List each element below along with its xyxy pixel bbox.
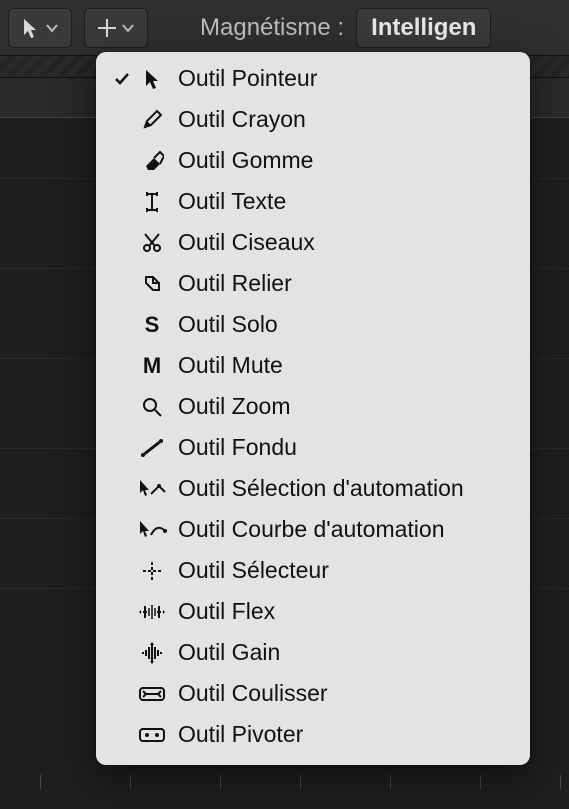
menu-item-label: Outil Mute [170, 352, 283, 379]
menu-item-scissors[interactable]: Outil Ciseaux [96, 222, 530, 263]
gain-icon [134, 642, 170, 664]
menu-item-label: Outil Sélection d'automation [170, 475, 464, 502]
snap-dropdown[interactable]: Intelligen [356, 8, 491, 48]
automation-curve-icon [134, 519, 170, 541]
menu-item-rotate[interactable]: Outil Pivoter [96, 714, 530, 755]
menu-item-automation-curve[interactable]: Outil Courbe d'automation [96, 509, 530, 550]
zoom-icon [134, 396, 170, 418]
pointer-icon [134, 68, 170, 90]
menu-item-label: Outil Zoom [170, 393, 290, 420]
menu-item-label: Outil Ciseaux [170, 229, 315, 256]
slip-icon [134, 684, 170, 704]
menu-item-label: Outil Gomme [170, 147, 313, 174]
menu-item-label: Outil Gain [170, 639, 280, 666]
rotate-icon [134, 725, 170, 745]
menu-item-label: Outil Texte [170, 188, 286, 215]
glue-icon [134, 273, 170, 295]
scissors-icon [134, 232, 170, 254]
menu-item-solo[interactable]: S Outil Solo [96, 304, 530, 345]
menu-item-label: Outil Crayon [170, 106, 306, 133]
chevron-down-icon [121, 21, 135, 35]
menu-item-label: Outil Sélecteur [170, 557, 329, 584]
snap-label: Magnétisme : [200, 14, 344, 42]
menu-item-label: Outil Coulisser [170, 680, 328, 707]
toolbar: Magnétisme : Intelligen [0, 0, 569, 56]
automation-select-icon [134, 478, 170, 500]
pointer-icon [21, 17, 41, 39]
menu-item-label: Outil Flex [170, 598, 275, 625]
snap-value: Intelligen [371, 14, 476, 42]
right-tool-button[interactable] [84, 8, 148, 48]
menu-item-flex[interactable]: Outil Flex [96, 591, 530, 632]
menu-item-slip[interactable]: Outil Coulisser [96, 673, 530, 714]
menu-item-fade[interactable]: Outil Fondu [96, 427, 530, 468]
menu-item-marquee[interactable]: Outil Sélecteur [96, 550, 530, 591]
solo-icon: S [134, 312, 170, 338]
text-icon [134, 190, 170, 214]
fade-icon [134, 438, 170, 458]
menu-item-label: Outil Fondu [170, 434, 297, 461]
menu-item-pointer[interactable]: Outil Pointeur [96, 58, 530, 99]
menu-item-text[interactable]: Outil Texte [96, 181, 530, 222]
menu-item-gain[interactable]: Outil Gain [96, 632, 530, 673]
check-icon [110, 70, 134, 88]
tool-menu: Outil Pointeur Outil Crayon Outil Gomme … [96, 52, 530, 765]
menu-item-label: Outil Courbe d'automation [170, 516, 445, 543]
menu-item-mute[interactable]: M Outil Mute [96, 345, 530, 386]
flex-icon [134, 602, 170, 622]
eraser-icon [134, 150, 170, 172]
chevron-down-icon [45, 21, 59, 35]
marquee-icon [134, 560, 170, 582]
menu-item-label: Outil Relier [170, 270, 292, 297]
menu-item-label: Outil Pointeur [170, 65, 317, 92]
mute-icon: M [134, 353, 170, 379]
menu-item-glue[interactable]: Outil Relier [96, 263, 530, 304]
menu-item-label: Outil Solo [170, 311, 278, 338]
left-tool-button[interactable] [8, 8, 72, 48]
menu-item-automation-select[interactable]: Outil Sélection d'automation [96, 468, 530, 509]
menu-item-zoom[interactable]: Outil Zoom [96, 386, 530, 427]
ticks [0, 771, 569, 789]
menu-item-eraser[interactable]: Outil Gomme [96, 140, 530, 181]
menu-item-pencil[interactable]: Outil Crayon [96, 99, 530, 140]
pencil-icon [134, 109, 170, 131]
crosshair-icon [97, 18, 117, 38]
menu-item-label: Outil Pivoter [170, 721, 303, 748]
